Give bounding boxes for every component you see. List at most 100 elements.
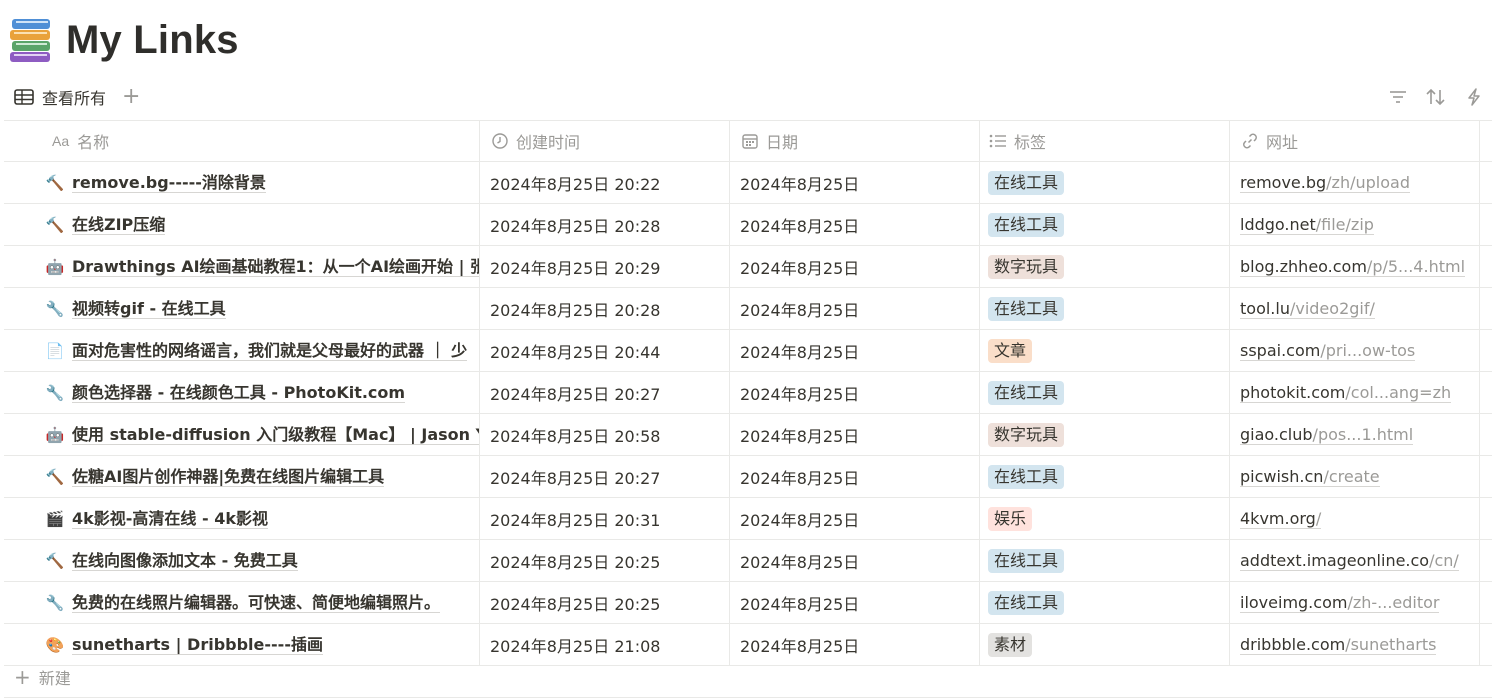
cell-url[interactable]: iloveimg.com/zh-...editor [1230, 582, 1480, 623]
cell-url[interactable]: picwish.cn/create [1230, 456, 1480, 497]
cell-date[interactable]: 2024年8月25日 [730, 204, 980, 245]
cell-tag[interactable]: 在线工具 [980, 204, 1230, 245]
cell-date[interactable]: 2024年8月25日 [730, 414, 980, 455]
url-link[interactable]: sspai.com/pri...ow-tos [1240, 340, 1416, 361]
created-time: 2024年8月25日 20:27 [490, 384, 661, 404]
link-title[interactable]: 使用 stable-diffusion 入门级教程【Mac】 | Jason Y… [72, 425, 479, 445]
url-link[interactable]: 4kvm.org/ [1240, 509, 1322, 529]
table-row[interactable]: 🔧 颜色选择器 - 在线颜色工具 - PhotoKit.com 2024年8月2… [4, 372, 1492, 414]
tag-badge: 数字玩具 [988, 254, 1065, 279]
automation-bolt-icon[interactable] [1464, 87, 1484, 107]
cell-date[interactable]: 2024年8月25日 [730, 372, 980, 413]
cell-url[interactable]: sspai.com/pri...ow-tos [1230, 330, 1480, 371]
cell-name[interactable]: 🔧 视频转gif - 在线工具 [4, 288, 480, 329]
cell-name[interactable]: 🎬 4k影视-高清在线 - 4k影视 [4, 498, 480, 539]
cell-name[interactable]: 🔨 remove.bg-----消除背景 [4, 162, 480, 203]
view-tab-all[interactable]: 查看所有 [14, 85, 106, 109]
cell-tag[interactable]: 在线工具 [980, 582, 1230, 623]
tag-badge: 在线工具 [988, 212, 1065, 237]
table-row[interactable]: 🔧 免费的在线照片编辑器。可快速、简便地编辑照片。 2024年8月25日 20:… [4, 582, 1492, 624]
cell-name[interactable]: 🔨 在线ZIP压缩 [4, 204, 480, 245]
cell-name[interactable]: 🔨 在线向图像添加文本 - 免费工具 [4, 540, 480, 581]
cell-url[interactable]: photokit.com/col...ang=zh [1230, 372, 1480, 413]
column-header-name[interactable]: Aa 名称 [4, 121, 480, 161]
cell-url[interactable]: addtext.imageonline.co/cn/ [1230, 540, 1480, 581]
link-title[interactable]: 在线ZIP压缩 [72, 215, 166, 235]
url-domain: sspai.com [1240, 340, 1321, 360]
cell-name[interactable]: 📄 面对危害性的网络谣言，我们就是父母最好的武器 ｜ 少 [4, 330, 480, 371]
document-icon: 📄 [45, 341, 65, 360]
url-link[interactable]: iloveimg.com/zh-...editor [1240, 593, 1440, 613]
cell-url[interactable]: giao.club/pos...1.html [1230, 414, 1480, 455]
cell-date[interactable]: 2024年8月25日 [730, 288, 980, 329]
link-title[interactable]: remove.bg-----消除背景 [72, 173, 266, 193]
cell-date[interactable]: 2024年8月25日 [730, 246, 980, 287]
cell-date[interactable]: 2024年8月25日 [730, 330, 980, 371]
url-link[interactable]: dribbble.com/sunetharts [1240, 634, 1437, 655]
link-title[interactable]: 4k影视-高清在线 - 4k影视 [72, 509, 268, 529]
url-link[interactable]: remove.bg/zh/upload [1240, 173, 1410, 193]
url-link[interactable]: blog.zhheo.com/p/5...4.html [1240, 257, 1466, 277]
url-path: /file/zip [1315, 214, 1374, 234]
link-title[interactable]: 佐糖AI图片创作神器|免费在线图片编辑工具 [72, 467, 385, 487]
cell-tag[interactable]: 娱乐 [980, 498, 1230, 539]
cell-url[interactable]: 4kvm.org/ [1230, 498, 1480, 539]
created-time: 2024年8月25日 20:25 [490, 594, 661, 614]
column-header-created[interactable]: 创建时间 [480, 121, 730, 161]
cell-tag[interactable]: 在线工具 [980, 372, 1230, 413]
url-link[interactable]: tool.lu/video2gif/ [1240, 299, 1375, 319]
table-row[interactable]: 🔨 在线向图像添加文本 - 免费工具 2024年8月25日 20:25 2024… [4, 540, 1492, 582]
table-row[interactable]: 🔧 视频转gif - 在线工具 2024年8月25日 20:28 2024年8月… [4, 288, 1492, 330]
link-title[interactable]: 颜色选择器 - 在线颜色工具 - PhotoKit.com [72, 383, 406, 403]
url-link[interactable]: picwish.cn/create [1240, 467, 1380, 487]
cell-name[interactable]: 🤖 使用 stable-diffusion 入门级教程【Mac】 | Jason… [4, 414, 480, 455]
link-title[interactable]: 面对危害性的网络谣言，我们就是父母最好的武器 ｜ 少 [72, 341, 468, 361]
table-row[interactable]: 🤖 使用 stable-diffusion 入门级教程【Mac】 | Jason… [4, 414, 1492, 456]
table-row[interactable]: 🔨 佐糖AI图片创作神器|免费在线图片编辑工具 2024年8月25日 20:27… [4, 456, 1492, 498]
link-title[interactable]: 在线向图像添加文本 - 免费工具 [72, 551, 298, 571]
link-title[interactable]: Drawthings AI绘画基础教程1：从一个AI绘画开始 | 张 [72, 257, 479, 277]
cell-date[interactable]: 2024年8月25日 [730, 582, 980, 623]
cell-date[interactable]: 2024年8月25日 [730, 162, 980, 203]
cell-url[interactable]: remove.bg/zh/upload [1230, 162, 1480, 203]
date-value: 2024年8月25日 [740, 552, 860, 572]
link-title[interactable]: 免费的在线照片编辑器。可快速、简便地编辑照片。 [72, 593, 441, 613]
url-link[interactable]: photokit.com/col...ang=zh [1240, 383, 1452, 403]
new-row-button[interactable]: + 新建 [4, 657, 1492, 698]
table-row[interactable]: 🤖 Drawthings AI绘画基础教程1：从一个AI绘画开始 | 张 202… [4, 246, 1492, 288]
url-link[interactable]: giao.club/pos...1.html [1240, 425, 1414, 445]
cell-name[interactable]: 🔨 佐糖AI图片创作神器|免费在线图片编辑工具 [4, 456, 480, 497]
cell-tag[interactable]: 数字玩具 [980, 246, 1230, 287]
cell-tag[interactable]: 数字玩具 [980, 414, 1230, 455]
cell-name[interactable]: 🔧 免费的在线照片编辑器。可快速、简便地编辑照片。 [4, 582, 480, 623]
cell-tag[interactable]: 在线工具 [980, 540, 1230, 581]
url-link[interactable]: addtext.imageonline.co/cn/ [1240, 551, 1459, 571]
cell-url[interactable]: lddgo.net/file/zip [1230, 204, 1480, 245]
cell-date[interactable]: 2024年8月25日 [730, 540, 980, 581]
cell-tag[interactable]: 在线工具 [980, 288, 1230, 329]
cell-url[interactable]: tool.lu/video2gif/ [1230, 288, 1480, 329]
url-domain: dribbble.com [1240, 634, 1346, 654]
column-header-date[interactable]: 日期 [730, 121, 980, 161]
cell-name[interactable]: 🤖 Drawthings AI绘画基础教程1：从一个AI绘画开始 | 张 [4, 246, 480, 287]
created-time: 2024年8月25日 20:22 [490, 174, 661, 194]
sort-icon[interactable] [1426, 87, 1446, 107]
filter-icon[interactable] [1388, 87, 1408, 107]
table-row[interactable]: 🔨 remove.bg-----消除背景 2024年8月25日 20:22 20… [4, 162, 1492, 204]
cell-tag[interactable]: 在线工具 [980, 162, 1230, 203]
cell-url[interactable]: blog.zhheo.com/p/5...4.html [1230, 246, 1480, 287]
table-row[interactable]: 📄 面对危害性的网络谣言，我们就是父母最好的武器 ｜ 少 2024年8月25日 … [4, 330, 1492, 372]
table-row[interactable]: 🎬 4k影视-高清在线 - 4k影视 2024年8月25日 20:31 2024… [4, 498, 1492, 540]
cell-date[interactable]: 2024年8月25日 [730, 498, 980, 539]
cell-name[interactable]: 🔧 颜色选择器 - 在线颜色工具 - PhotoKit.com [4, 372, 480, 413]
cell-tag[interactable]: 文章 [980, 330, 1230, 371]
link-title[interactable]: sunetharts | Dribbble----插画 [72, 635, 323, 655]
table-row[interactable]: 🔨 在线ZIP压缩 2024年8月25日 20:28 2024年8月25日 在线… [4, 204, 1492, 246]
url-link[interactable]: lddgo.net/file/zip [1240, 215, 1374, 235]
add-view-button[interactable]: + [122, 86, 140, 108]
column-header-url[interactable]: 网址 [1230, 121, 1480, 161]
link-title[interactable]: 视频转gif - 在线工具 [72, 299, 226, 319]
cell-tag[interactable]: 在线工具 [980, 456, 1230, 497]
column-header-tags[interactable]: 标签 [980, 121, 1230, 161]
cell-date[interactable]: 2024年8月25日 [730, 456, 980, 497]
